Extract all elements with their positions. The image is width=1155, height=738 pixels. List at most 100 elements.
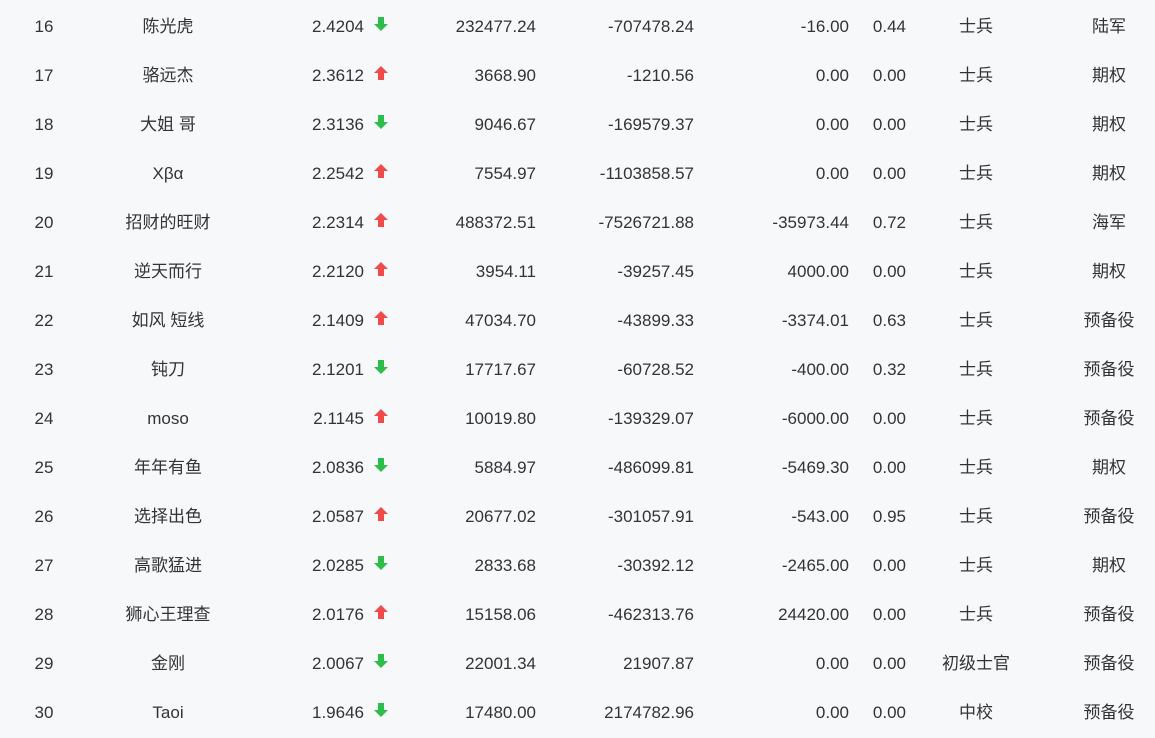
table-row[interactable]: 18 大姐 哥 2.3136 9046.67 -169579.37 0.00 0.00 士兵 期… <box>0 100 1155 149</box>
value2-cell: -30392.12 <box>617 556 694 575</box>
value3-cell: 0.00 <box>815 703 849 722</box>
type-cell: 期权 <box>1092 115 1126 134</box>
user-name-link[interactable]: 金刚 <box>90 639 246 688</box>
table-row[interactable]: 17 骆远杰 2.3612 3668.90 -1210.56 0.00 0.00 士兵 期权 <box>0 51 1155 100</box>
user-name-link[interactable]: Taoi <box>90 688 246 737</box>
value3-cell: -6000.00 <box>781 409 849 428</box>
value1-cell: 22001.34 <box>465 654 536 673</box>
arrow-down-icon <box>372 688 390 737</box>
user-name-link[interactable]: 钝刀 <box>90 345 246 394</box>
value4-cell: 0.00 <box>872 654 906 673</box>
rank-cell: 19 <box>34 164 54 183</box>
rank-cell: 29 <box>34 654 54 673</box>
value2-cell: -486099.81 <box>607 458 694 477</box>
arrow-up-icon <box>372 247 390 296</box>
type-cell: 期权 <box>1092 66 1126 85</box>
user-name-link[interactable]: moso <box>90 394 246 443</box>
arrow-down-icon <box>372 2 390 51</box>
table-row[interactable]: 30 Taoi 1.9646 17480.00 2174782.96 0.00 0.00 中校… <box>0 688 1155 737</box>
rank-title-cell: 士兵 <box>959 360 993 379</box>
value2-cell: 21907.87 <box>623 654 694 673</box>
table-row[interactable]: 27 高歌猛进 2.0285 2833.68 -30392.12 -2465.00 0.00… <box>0 541 1155 590</box>
value1-cell: 3954.11 <box>475 262 536 281</box>
value2-cell: -707478.24 <box>607 17 694 36</box>
type-cell: 预备役 <box>1083 654 1135 673</box>
arrow-up-icon <box>372 51 390 100</box>
value4-cell: 0.72 <box>872 213 906 232</box>
arrow-up-icon <box>372 492 390 541</box>
score-cell: 2.1409 <box>312 311 364 330</box>
score-cell: 1.9646 <box>312 703 364 722</box>
type-cell: 期权 <box>1092 262 1126 281</box>
rank-cell: 18 <box>34 115 54 134</box>
table-row[interactable]: 21 逆天而行 2.2120 3954.11 -39257.45 4000.00 0.00 士… <box>0 247 1155 296</box>
table-row[interactable]: 22 如风 短线 2.1409 47034.70 -43899.33 -3374.01 0.… <box>0 296 1155 345</box>
table-row[interactable]: 29 金刚 2.0067 22001.34 21907.87 0.00 0.00 初级士官 预备… <box>0 639 1155 688</box>
type-cell: 期权 <box>1092 458 1126 477</box>
user-name-link[interactable]: 选择出色 <box>90 492 246 541</box>
user-name-link[interactable]: Xβα <box>90 149 246 198</box>
user-name-link[interactable]: 骆远杰 <box>90 51 246 100</box>
arrow-down-icon <box>372 443 390 492</box>
rank-title-cell: 士兵 <box>959 311 993 330</box>
user-name-link[interactable]: 年年有鱼 <box>90 443 246 492</box>
value4-cell: 0.00 <box>872 556 906 575</box>
score-cell: 2.2542 <box>312 164 364 183</box>
user-name-link[interactable]: 如风 短线 <box>90 296 246 345</box>
value3-cell: -16.00 <box>800 17 849 36</box>
arrow-up-icon <box>372 590 390 639</box>
arrow-up-icon <box>372 198 390 247</box>
rank-cell: 26 <box>34 507 54 526</box>
table-row[interactable]: 25 年年有鱼 2.0836 5884.97 -486099.81 -5469.30 0.0… <box>0 443 1155 492</box>
value4-cell: 0.00 <box>872 605 906 624</box>
value1-cell: 47034.70 <box>465 311 536 330</box>
user-name-link[interactable]: 大姐 哥 <box>90 100 246 149</box>
rank-cell: 20 <box>34 213 54 232</box>
value1-cell: 5884.97 <box>474 458 536 477</box>
type-cell: 期权 <box>1092 164 1126 183</box>
value1-cell: 20677.02 <box>465 507 536 526</box>
type-cell: 预备役 <box>1083 311 1135 330</box>
score-cell: 2.0587 <box>312 507 364 526</box>
score-cell: 2.0836 <box>312 458 364 477</box>
value1-cell: 232477.24 <box>455 17 536 36</box>
table-row[interactable]: 19 Xβα 2.2542 7554.97 -1103858.57 0.00 0.00 士兵 期… <box>0 149 1155 198</box>
value2-cell: -301057.91 <box>607 507 694 526</box>
value4-cell: 0.00 <box>872 66 906 85</box>
score-cell: 2.0067 <box>312 654 364 673</box>
arrow-down-icon <box>372 541 390 590</box>
value3-cell: 0.00 <box>815 66 849 85</box>
table-row[interactable]: 26 选择出色 2.0587 20677.02 -301057.91 -543.00 0.9… <box>0 492 1155 541</box>
table-row[interactable]: 23 钝刀 2.1201 17717.67 -60728.52 -400.00 0.32 士兵… <box>0 345 1155 394</box>
value4-cell: 0.00 <box>872 262 906 281</box>
arrow-up-icon <box>372 296 390 345</box>
rank-title-cell: 士兵 <box>959 409 993 428</box>
value1-cell: 2833.68 <box>474 556 536 575</box>
rank-title-cell: 士兵 <box>959 213 993 232</box>
rank-title-cell: 士兵 <box>959 507 993 526</box>
rank-title-cell: 士兵 <box>959 605 993 624</box>
user-name-link[interactable]: 狮心王理查 <box>90 590 246 639</box>
value4-cell: 0.00 <box>872 458 906 477</box>
value4-cell: 0.63 <box>872 311 906 330</box>
value2-cell: -139329.07 <box>607 409 694 428</box>
table-row[interactable]: 16 陈光虎 2.4204 232477.24 -707478.24 -16.00 0.44… <box>0 2 1155 51</box>
score-cell: 2.3612 <box>312 66 364 85</box>
value1-cell: 3668.90 <box>474 66 536 85</box>
table-row[interactable]: 24 moso 2.1145 10019.80 -139329.07 -6000.00 0.… <box>0 394 1155 443</box>
value1-cell: 9046.67 <box>474 115 536 134</box>
table-row[interactable]: 20 招财的旺财 2.2314 488372.51 -7526721.88 -35973.… <box>0 198 1155 247</box>
rank-title-cell: 士兵 <box>959 556 993 575</box>
type-cell: 陆军 <box>1092 17 1126 36</box>
user-name-link[interactable]: 招财的旺财 <box>90 198 246 247</box>
arrow-down-icon <box>372 639 390 688</box>
user-name-link[interactable]: 高歌猛进 <box>90 541 246 590</box>
table-row[interactable]: 28 狮心王理查 2.0176 15158.06 -462313.76 24420.00 0… <box>0 590 1155 639</box>
user-name-link[interactable]: 陈光虎 <box>90 2 246 51</box>
user-name-link[interactable]: 逆天而行 <box>90 247 246 296</box>
rank-title-cell: 士兵 <box>959 66 993 85</box>
rank-cell: 22 <box>34 311 54 330</box>
rank-title-cell: 士兵 <box>959 115 993 134</box>
value2-cell: -39257.45 <box>617 262 694 281</box>
value3-cell: 0.00 <box>815 164 849 183</box>
